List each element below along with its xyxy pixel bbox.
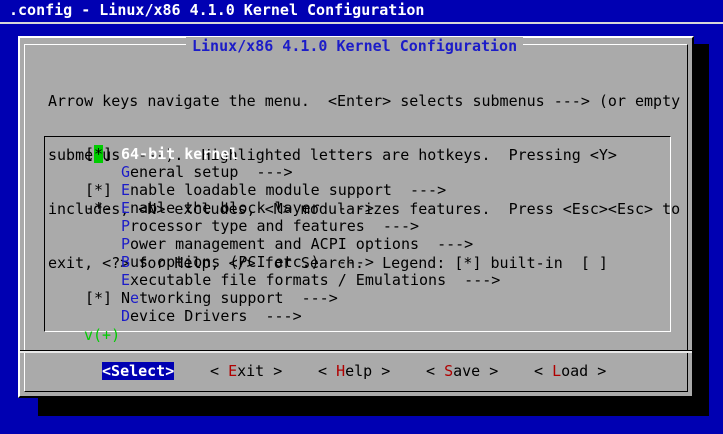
save-button[interactable]: < Save > <box>426 362 498 380</box>
menu-item-label: Device Drivers ---> <box>121 307 302 325</box>
menu-list: [*] 64-bit kernel General setup ---> [*] Ena… <box>85 145 500 325</box>
menu-item-state: [*] <box>85 289 113 307</box>
hotkey-letter: G <box>121 163 131 181</box>
hotkey-letter: e <box>130 289 140 307</box>
menu-item[interactable]: Processor type and features ---> <box>85 217 500 235</box>
menu-item[interactable]: Power management and ACPI options ---> <box>85 235 500 253</box>
hotkey-letter: E <box>121 199 131 217</box>
menu-item-label: Power management and ACPI options ---> <box>121 235 474 253</box>
hotkey-letter: E <box>121 271 131 289</box>
menu-item-label: Executable file formats / Emulations ---… <box>121 271 501 289</box>
load-button[interactable]: < Load > <box>534 362 606 380</box>
help-line: Arrow keys navigate the menu. <Enter> se… <box>48 92 681 110</box>
menu-item-state: -*- <box>85 199 113 217</box>
hotkey-letter: E <box>121 181 131 199</box>
hotkey-letter: H <box>336 362 346 380</box>
menu-item-state: [*] <box>85 145 113 163</box>
menu-item-label: Processor type and features ---> <box>121 217 420 235</box>
button-divider <box>20 350 692 353</box>
hotkey-letter: E <box>228 362 238 380</box>
help-button[interactable]: < Help > <box>318 362 390 380</box>
menu-item[interactable]: Bus options (PCI etc.) ---> <box>85 253 500 271</box>
hotkey-letter: S <box>111 362 121 380</box>
menu-item-state: [*] <box>85 181 113 199</box>
hotkey-letter: 6 <box>121 145 131 163</box>
menu-item[interactable]: General setup ---> <box>85 163 500 181</box>
select-button[interactable]: <Select> <box>102 362 175 380</box>
hotkey-letter: P <box>121 235 131 253</box>
menu-item-label: Networking support ---> <box>121 289 338 307</box>
menu-item[interactable]: -*- Enable the block layer ---> <box>85 199 500 217</box>
menu-item-label: Enable the block layer ---> <box>121 199 374 217</box>
hotkey-letter: L <box>552 362 562 380</box>
exit-button[interactable]: < Exit > <box>210 362 282 380</box>
title-rule <box>0 22 723 24</box>
hotkey-letter: P <box>121 217 131 235</box>
menu-item-label: Enable loadable module support ---> <box>121 181 447 199</box>
hotkey-letter: S <box>444 362 454 380</box>
menu-item-label: Bus options (PCI etc.) ---> <box>121 253 374 271</box>
config-dialog: Linux/x86 4.1.0 Kernel Configuration Arr… <box>18 36 694 398</box>
menu-item[interactable]: Executable file formats / Emulations ---… <box>85 271 500 289</box>
menu-item[interactable]: [*] Enable loadable module support ---> <box>85 181 500 199</box>
dialog-title: Linux/x86 4.1.0 Kernel Configuration <box>186 37 524 55</box>
hotkey-letter: B <box>121 253 131 271</box>
hotkey-letter: D <box>121 307 131 325</box>
menu-box: [*] 64-bit kernel General setup ---> [*] Ena… <box>44 136 671 332</box>
menu-item-label: General setup ---> <box>121 163 293 181</box>
menu-item[interactable]: [*] Networking support ---> <box>85 289 500 307</box>
scroll-indicator: v(+) <box>84 326 121 344</box>
menu-item[interactable]: Device Drivers ---> <box>85 307 500 325</box>
menu-item-label: 64-bit kernel <box>121 145 239 163</box>
window-title: .config - Linux/x86 4.1.0 Kernel Configu… <box>9 1 425 19</box>
selection-cursor: * <box>94 145 104 163</box>
menu-item[interactable]: [*] 64-bit kernel <box>85 145 500 163</box>
